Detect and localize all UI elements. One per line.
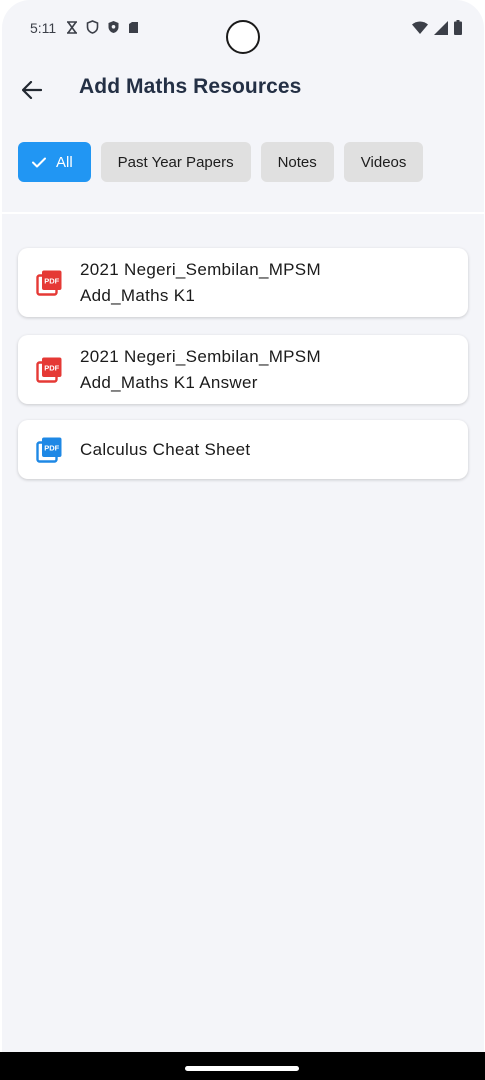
filter-chip-all[interactable]: All xyxy=(18,142,91,182)
arrow-left-icon xyxy=(22,81,42,99)
shield-icon xyxy=(86,20,99,34)
divider xyxy=(2,212,484,214)
check-icon xyxy=(32,157,46,167)
filter-chip-label: Notes xyxy=(277,153,317,171)
back-button[interactable] xyxy=(16,74,48,106)
shield-filled-icon xyxy=(108,21,119,33)
status-time: 5:11 xyxy=(30,20,57,36)
resource-text: 2021 Negeri_Sembilan_MPSM Add_Maths K1 xyxy=(80,257,321,309)
status-icons-left xyxy=(66,20,139,34)
app-bar: Add Maths Resources xyxy=(2,66,484,112)
filter-chip-videos[interactable]: Videos xyxy=(343,142,424,182)
resource-card[interactable]: PDF 2021 Negeri_Sembilan_MPSM Add_Maths … xyxy=(18,335,468,404)
home-gesture-handle[interactable] xyxy=(185,1066,299,1071)
wifi-icon xyxy=(412,21,428,34)
signal-icon xyxy=(434,20,448,35)
pdf-icon: PDF xyxy=(36,357,62,383)
resource-title: 2021 Negeri_Sembilan_MPSM xyxy=(80,346,321,366)
filter-chip-label: Videos xyxy=(360,153,407,171)
device-frame: 5:11 Add Maths Resources All Past Year P… xyxy=(0,0,485,1080)
hourglass-icon xyxy=(67,20,77,34)
resource-text: Calculus Cheat Sheet xyxy=(80,437,250,463)
filter-chip-past-year-papers[interactable]: Past Year Papers xyxy=(100,142,251,182)
svg-text:PDF: PDF xyxy=(44,443,59,452)
status-icons-right xyxy=(412,20,462,35)
sim-card-icon xyxy=(129,21,138,33)
filter-chip-label: Past Year Papers xyxy=(117,153,234,171)
resource-card[interactable]: PDF 2021 Negeri_Sembilan_MPSM Add_Maths … xyxy=(18,248,468,317)
camera-cutout xyxy=(226,20,260,54)
resource-title: Add_Maths K1 Answer xyxy=(80,372,258,392)
status-bar: 5:11 xyxy=(2,0,484,56)
battery-icon xyxy=(454,20,462,35)
resource-text: 2021 Negeri_Sembilan_MPSM Add_Maths K1 A… xyxy=(80,344,321,396)
filter-chip-notes[interactable]: Notes xyxy=(260,142,334,182)
svg-text:PDF: PDF xyxy=(44,363,59,372)
resource-title: Add_Maths K1 xyxy=(80,285,196,305)
svg-text:PDF: PDF xyxy=(44,276,59,285)
pdf-icon: PDF xyxy=(36,437,62,463)
resource-card[interactable]: PDF Calculus Cheat Sheet xyxy=(18,420,468,479)
resource-title: Calculus Cheat Sheet xyxy=(80,439,251,459)
pdf-icon: PDF xyxy=(36,270,62,296)
page-title: Add Maths Resources xyxy=(79,75,302,98)
resource-title: 2021 Negeri_Sembilan_MPSM xyxy=(80,259,321,279)
filter-chips: All Past Year Papers Notes Videos xyxy=(18,142,424,182)
app-screen: 5:11 Add Maths Resources All Past Year P… xyxy=(2,0,484,1078)
filter-chip-label: All xyxy=(56,153,73,171)
resource-list: PDF 2021 Negeri_Sembilan_MPSM Add_Maths … xyxy=(18,248,468,497)
